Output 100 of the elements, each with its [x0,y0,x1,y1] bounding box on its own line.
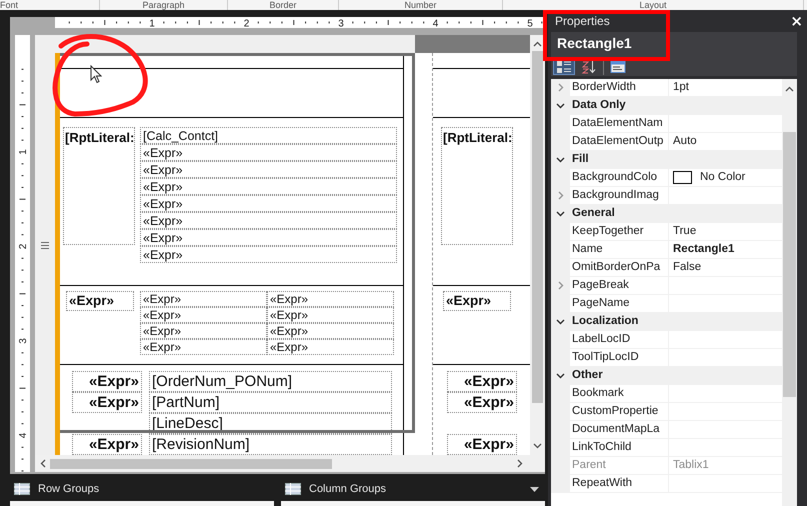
property-name[interactable]: Bookmark [570,385,669,402]
vertical-scrollbar[interactable] [530,35,545,455]
ribbon-group-label: Font [0,0,18,10]
row-handle-icon[interactable] [41,242,49,248]
property-value[interactable]: True [673,223,696,240]
ruler-number: 3 [338,18,344,28]
collapse-icon[interactable] [556,372,565,378]
expression-field[interactable]: «Expr» [140,212,397,229]
property-value[interactable]: Rectangle1 [673,241,734,258]
ruler-number: 4 [432,18,438,28]
expression-field[interactable]: «Expr» [267,307,394,323]
property-name[interactable]: DataElementOutp [570,133,669,150]
ruler-number: 5 [527,18,533,28]
property-name[interactable]: PageName [570,295,669,312]
property-value[interactable]: 1pt [673,79,689,96]
data-field[interactable]: [PartNum] [149,392,392,413]
property-name[interactable]: ToolTipLocID [570,349,669,366]
collapse-icon[interactable] [556,102,565,108]
scroll-up-icon[interactable] [785,86,794,92]
property-name[interactable]: LabelLocID [570,331,669,348]
sort-icon [581,60,597,74]
property-name[interactable]: RepeatWith [570,475,669,492]
data-field[interactable]: [LineDesc] [149,413,392,434]
ruler-number: 1 [18,149,29,155]
property-name[interactable]: BorderWidth [570,79,669,96]
collapse-icon[interactable] [556,156,565,162]
property-name[interactable]: DocumentMapLa [570,421,669,438]
color-swatch[interactable] [673,171,692,184]
scroll-down-icon[interactable] [533,443,542,449]
property-name[interactable]: OmitBorderOnPa [570,259,669,276]
category-header[interactable]: Data Only [570,97,782,114]
expression-field[interactable]: «Expr» [267,291,394,307]
scroll-thumb[interactable] [783,132,796,397]
expression-field[interactable]: «Expr» [267,339,394,355]
close-button[interactable]: × [790,12,803,30]
collapse-icon[interactable] [556,318,565,324]
expression-field[interactable]: «Expr» [72,371,142,392]
expression-field[interactable]: «Expr» [140,291,267,307]
property-name[interactable]: KeepTogether [570,223,669,240]
grid-icon [285,483,301,495]
scroll-thumb[interactable] [50,458,332,468]
expression-field[interactable]: «Expr» [72,392,142,413]
expression-field[interactable]: «Expr» [140,144,397,161]
vertical-scrollbar[interactable] [782,79,797,506]
ruler-number: 1 [149,18,155,28]
ruler-number: 2 [244,18,250,28]
scroll-up-icon[interactable] [533,41,542,47]
ribbon-group-label: Layout [639,0,667,10]
ribbon-group-label: Border [269,0,296,10]
literal-field[interactable]: [RptLiteral: [441,127,513,245]
expression-field[interactable]: «Expr» [66,291,134,311]
scroll-thumb[interactable] [532,51,543,403]
expression-field[interactable]: «Expr» [140,323,267,339]
data-field[interactable]: [OrderNum_PONum] [149,371,392,392]
scroll-left-icon[interactable] [40,459,46,468]
property-name[interactable]: LinkToChild [570,439,669,456]
property-name[interactable]: Name [570,241,669,258]
ruler-number: 4 [18,432,29,438]
scroll-right-icon[interactable] [517,459,523,468]
property-pages-icon [610,60,626,74]
property-name[interactable]: BackgroundImag [570,187,669,204]
category-header[interactable]: Fill [570,151,782,168]
expression-field[interactable]: «Expr» [267,323,394,339]
category-header[interactable]: General [570,205,782,222]
property-name[interactable]: BackgroundColo [570,169,669,186]
horizontal-scrollbar[interactable] [35,455,545,472]
literal-field[interactable]: [RptLiteral: [63,127,135,245]
expression-field[interactable]: «Expr» [140,339,267,355]
property-name[interactable]: DataElementNam [570,115,669,132]
expression-field[interactable]: [Calc_Contct] [140,127,397,144]
mouse-pointer-icon [90,65,102,84]
expression-field[interactable]: «Expr» [447,392,517,413]
ruler-number: 3 [18,338,29,344]
ribbon-group-label: Paragraph [142,0,185,10]
expression-field[interactable]: «Expr» [447,371,517,392]
expression-field[interactable]: «Expr» [140,246,397,263]
property-value[interactable]: Auto [673,133,697,150]
expression-field[interactable]: «Expr» [140,229,397,246]
row-handle-bar[interactable] [35,35,55,455]
pane-title: Column Groups [309,483,388,495]
expression-field[interactable]: «Expr» [140,195,397,212]
property-name[interactable]: PageBreak [570,277,669,294]
column-handle-bar[interactable] [415,35,530,53]
dropdown-caret-icon[interactable] [530,487,539,492]
expression-field[interactable]: «Expr» [140,178,397,195]
column-handle-bar[interactable] [55,35,415,53]
category-header[interactable]: Other [570,367,782,384]
expression-field[interactable]: «Expr» [443,291,511,311]
ruler-number: 2 [18,244,29,250]
expression-field[interactable]: «Expr» [140,307,267,323]
grid-icon [14,483,30,495]
collapse-icon[interactable] [556,210,565,216]
category-header[interactable]: Localization [570,313,782,330]
expression-field[interactable]: «Expr» [140,161,397,178]
categorized-icon [556,60,572,74]
pane-title: Row Groups [38,483,100,495]
property-name[interactable]: CustomPropertie [570,403,669,420]
property-value[interactable]: False [673,259,702,276]
selected-object-name: Rectangle1 [551,32,797,53]
property-value[interactable]: No Color [700,169,746,186]
